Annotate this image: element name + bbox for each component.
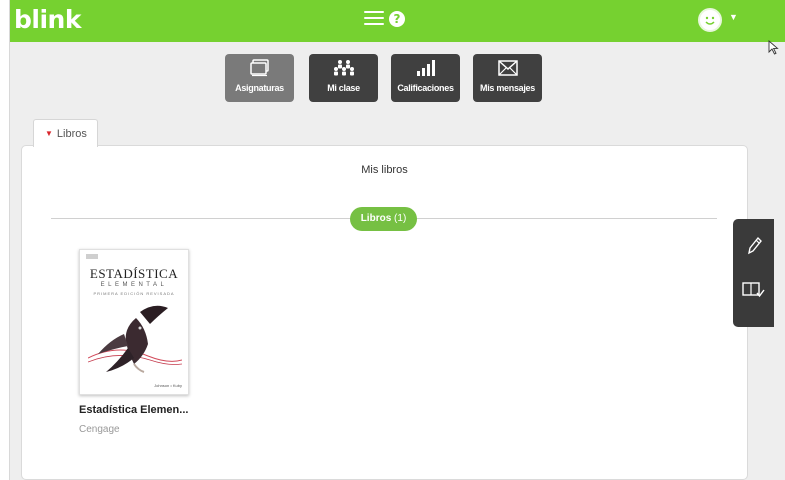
book-cover[interactable]: ESTADÍSTICA ELEMENTAL PRIMERA EDICIÓN RE… xyxy=(79,249,189,395)
tab-libros[interactable]: ▼ Libros xyxy=(33,119,98,147)
help-circle-icon[interactable]: ? xyxy=(389,11,405,27)
top-bar: blink ? ▼ xyxy=(10,0,785,42)
envelope-icon xyxy=(473,54,542,80)
window-left-edge xyxy=(0,0,10,480)
publisher-logo xyxy=(86,254,98,259)
book-publisher: Cengage xyxy=(79,424,120,435)
books-panel: Mis libros Libros (1) ESTADÍSTICA ELEMEN… xyxy=(21,145,748,480)
nav-label: Mi clase xyxy=(327,83,360,93)
cover-title: ESTADÍSTICA xyxy=(89,266,179,281)
nav-asignaturas-button[interactable]: Asignaturas xyxy=(225,54,294,102)
people-icon xyxy=(309,54,378,80)
nav-calificaciones-button[interactable]: Calificaciones xyxy=(391,54,460,102)
book-title[interactable]: Estadística Elemen... xyxy=(79,404,188,416)
cover-authors: Johnson • Kuby xyxy=(154,383,182,388)
nav-label: Mis mensajes xyxy=(480,83,535,93)
cover-edition: PRIMERA EDICIÓN REVISADA xyxy=(93,291,175,296)
nav-mis-mensajes-button[interactable]: Mis mensajes xyxy=(473,54,542,102)
cover-subtitle: ELEMENTAL xyxy=(100,282,168,288)
badge-label: Libros xyxy=(360,213,392,224)
nav-label: Asignaturas xyxy=(235,83,284,93)
caret-down-icon: ▼ xyxy=(45,129,53,138)
nav-mi-clase-button[interactable]: Mi clase xyxy=(309,54,378,102)
mouse-cursor-icon xyxy=(768,40,780,61)
hamburger-menu-icon[interactable] xyxy=(364,11,384,29)
pencil-icon[interactable] xyxy=(733,233,774,273)
panel-title: Mis libros xyxy=(361,164,408,176)
chevron-down-icon[interactable]: ▼ xyxy=(729,12,738,22)
tab-label: Libros xyxy=(56,128,87,140)
side-toolbar xyxy=(733,219,774,327)
book-check-icon[interactable] xyxy=(733,277,774,317)
smiley-avatar-icon[interactable] xyxy=(698,8,722,32)
bar-chart-icon xyxy=(391,54,460,80)
nav-label: Calificaciones xyxy=(397,83,454,93)
libros-count-badge[interactable]: Libros (1) xyxy=(350,207,417,231)
main-content: Asignaturas Mi clase Calificaciones Mis … xyxy=(10,42,785,480)
badge-count: (1) xyxy=(394,213,407,224)
books-icon xyxy=(225,54,294,80)
blink-logo[interactable]: blink xyxy=(14,5,81,34)
fish-illustration xyxy=(87,298,183,383)
